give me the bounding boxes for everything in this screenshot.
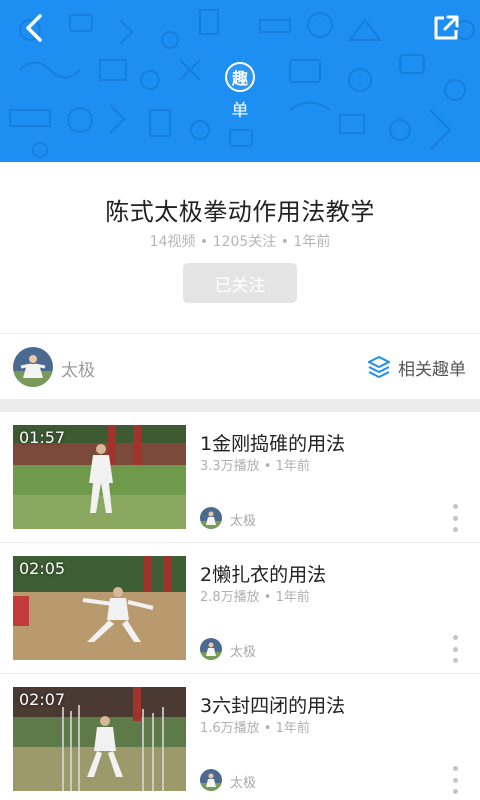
video-title[interactable]: 1金刚捣碓的用法 xyxy=(200,429,345,456)
playlist-title: 陈式太极拳动作用法教学 xyxy=(105,198,375,226)
dot xyxy=(452,527,458,532)
list-item[interactable]: 01:57 1金刚捣碓的用法 3.3万播放 • 1年前 太极 xyxy=(0,412,480,543)
video-list: 01:57 1金刚捣碓的用法 3.3万播放 • 1年前 太极 02:05 2懒扎… xyxy=(0,412,480,800)
share-external-icon xyxy=(434,15,459,40)
video-duration: 02:07 xyxy=(19,690,66,709)
avatar-image xyxy=(200,638,222,660)
related-playlists-button[interactable]: 相关趣单 xyxy=(366,354,466,380)
video-duration: 01:57 xyxy=(19,428,66,447)
related-label: 相关趣单 xyxy=(398,359,466,380)
dot xyxy=(452,766,458,771)
list-item[interactable]: 02:07 3六封四闭的用法 1.6万播放 • 1年前 太极 xyxy=(0,674,480,800)
avatar[interactable] xyxy=(200,769,222,791)
avatar[interactable] xyxy=(200,638,222,660)
more-options-button[interactable] xyxy=(448,635,462,663)
video-meta: 2.8万播放 • 1年前 xyxy=(200,590,310,605)
header-banner: 趣 单 xyxy=(0,0,480,162)
dot xyxy=(452,658,458,663)
video-title[interactable]: 2懒扎衣的用法 xyxy=(200,560,326,587)
dot xyxy=(452,777,458,783)
author-row[interactable]: 太极 相关趣单 xyxy=(0,333,480,399)
follow-button[interactable]: 已关注 xyxy=(183,263,297,303)
dot xyxy=(452,646,458,652)
badge-subtitle: 单 xyxy=(231,101,249,121)
section-divider xyxy=(0,399,480,412)
layers-icon xyxy=(368,356,390,378)
list-item[interactable]: 02:05 2懒扎衣的用法 2.8万播放 • 1年前 太极 xyxy=(0,543,480,674)
video-meta: 3.3万播放 • 1年前 xyxy=(200,459,310,474)
dot xyxy=(452,515,458,521)
playlist-page: 趣 单 陈式太极拳动作用法教学 14视频 • 1205关注 • 1年前 已关注 … xyxy=(0,0,480,800)
video-meta: 1.6万播放 • 1年前 xyxy=(200,721,310,736)
avatar-image xyxy=(200,507,222,529)
share-button[interactable] xyxy=(426,8,466,48)
back-button[interactable] xyxy=(14,8,54,48)
avatar[interactable] xyxy=(200,507,222,529)
author-name[interactable]: 太极 xyxy=(61,356,95,381)
badge-circle: 趣 xyxy=(225,62,255,92)
avatar-image xyxy=(200,769,222,791)
dot xyxy=(452,635,458,640)
video-author[interactable]: 太极 xyxy=(230,772,256,791)
avatar[interactable] xyxy=(13,347,53,387)
video-duration: 02:05 xyxy=(19,559,66,578)
playlist-meta: 14视频 • 1205关注 • 1年前 xyxy=(149,234,331,250)
video-thumbnail[interactable]: 01:57 xyxy=(13,425,186,529)
playlist-badge: 趣 单 xyxy=(224,62,256,121)
video-thumbnail[interactable]: 02:07 xyxy=(13,687,186,791)
video-author[interactable]: 太极 xyxy=(230,641,256,660)
dot xyxy=(452,504,458,509)
video-thumbnail[interactable]: 02:05 xyxy=(13,556,186,660)
more-options-button[interactable] xyxy=(448,766,462,794)
video-title[interactable]: 3六封四闭的用法 xyxy=(200,691,345,718)
chevron-left-icon xyxy=(26,14,42,42)
dot xyxy=(452,789,458,794)
more-options-button[interactable] xyxy=(448,504,462,532)
avatar-image xyxy=(13,347,53,387)
video-author[interactable]: 太极 xyxy=(230,510,256,529)
